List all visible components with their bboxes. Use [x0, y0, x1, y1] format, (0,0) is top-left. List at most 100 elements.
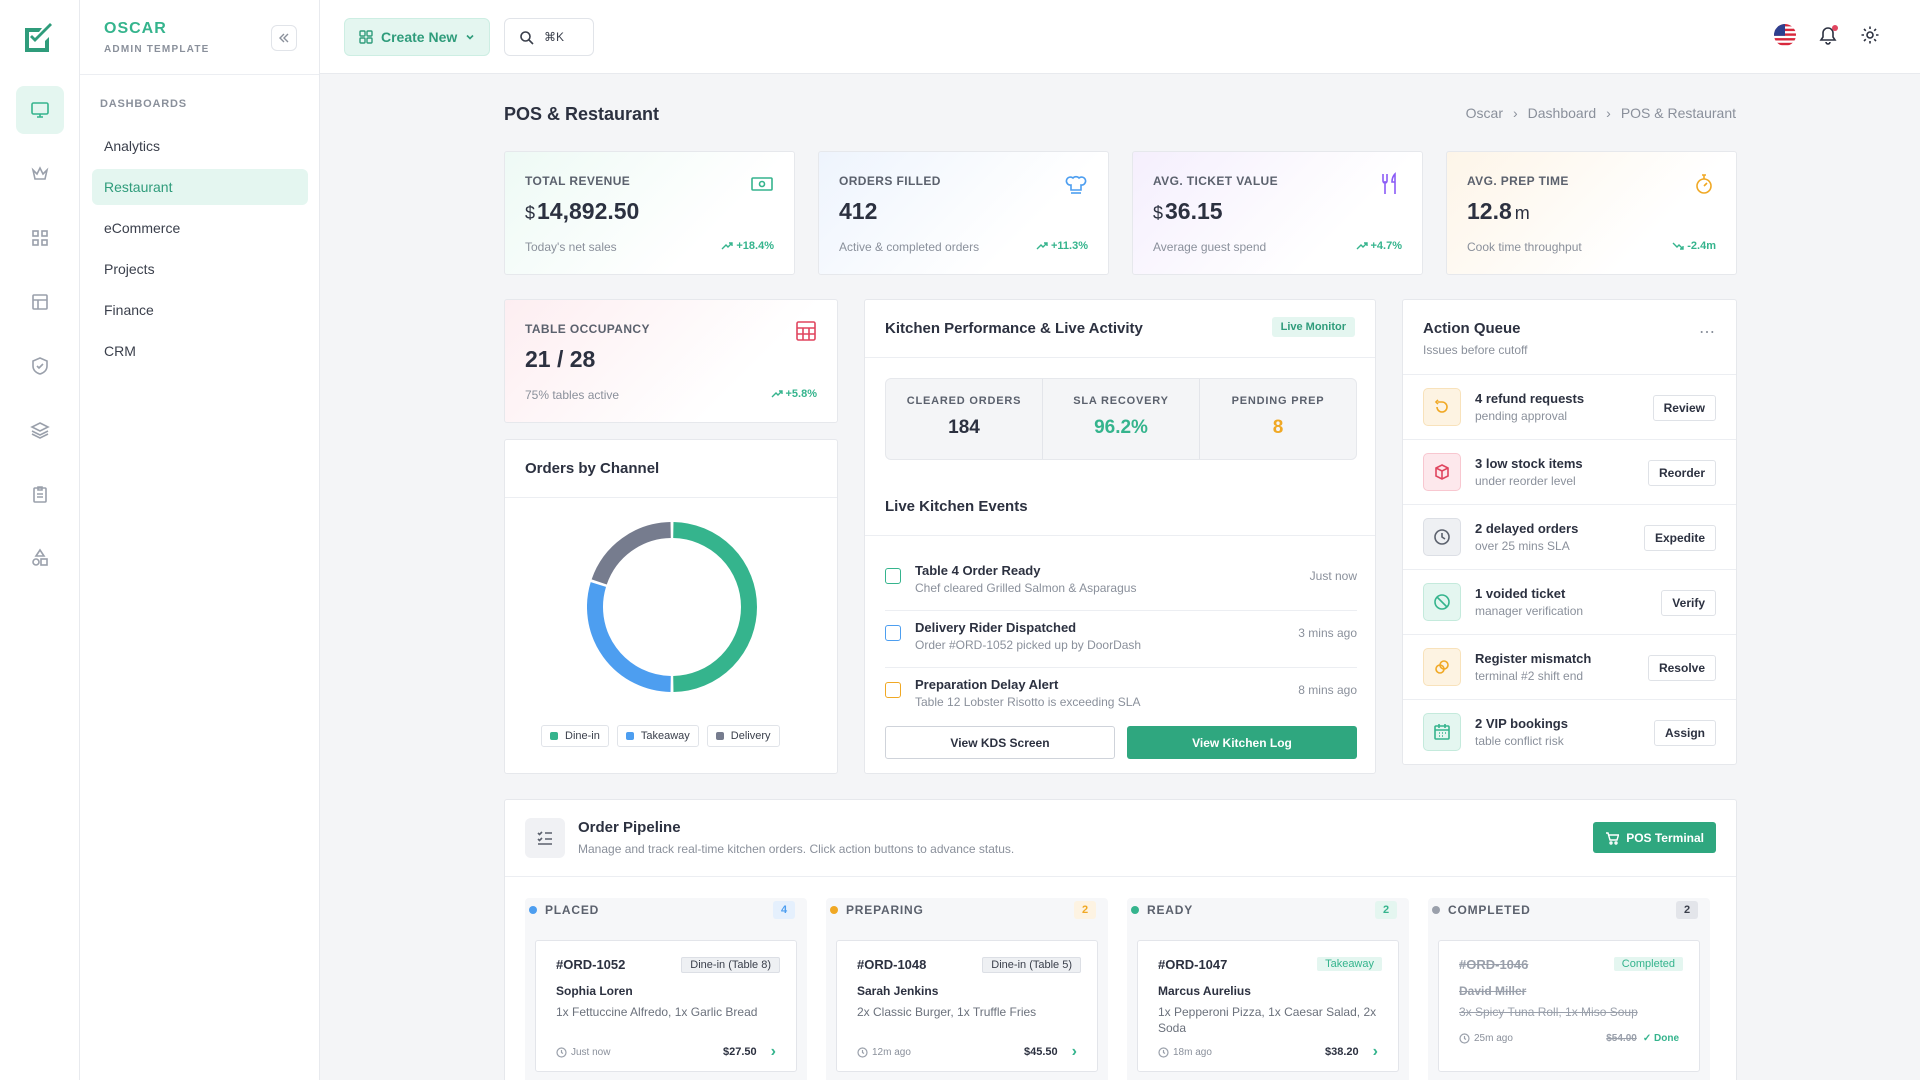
- sidebar-item-analytics[interactable]: Analytics: [92, 128, 308, 164]
- review-button[interactable]: Review: [1652, 395, 1716, 421]
- more-options-icon[interactable]: ⋯: [1699, 322, 1716, 342]
- view-kitchen-log-button[interactable]: View Kitchen Log: [1127, 726, 1357, 759]
- event-checkbox[interactable]: [885, 625, 901, 641]
- stat-label: ORDERS FILLED: [839, 174, 941, 188]
- order-card[interactable]: #ORD-1047 Takeaway Marcus Aurelius 1x Pe…: [1137, 940, 1399, 1072]
- brand-logo-icon[interactable]: [20, 20, 56, 56]
- rail-layers-icon[interactable]: [16, 406, 64, 454]
- stat-trend: -2.4m: [1672, 240, 1716, 252]
- stat-subtitle: Cook time throughput: [1467, 240, 1582, 254]
- order-type-tag: Dine-in (Table 5): [982, 957, 1081, 973]
- action-item: 2 delayed orders over 25 mins SLA Expedi…: [1403, 504, 1736, 569]
- order-age: 18m ago: [1158, 1047, 1212, 1058]
- us-flag-icon[interactable]: [1774, 24, 1796, 46]
- order-pipeline-card: Order Pipeline Manage and track real-tim…: [504, 799, 1737, 1080]
- status-dot: [529, 906, 537, 914]
- sidebar-item-finance[interactable]: Finance: [92, 292, 308, 328]
- rail-shapes-icon[interactable]: [16, 534, 64, 582]
- create-new-button[interactable]: Create New: [344, 18, 491, 56]
- pos-terminal-button[interactable]: POS Terminal: [1593, 822, 1716, 853]
- expedite-button[interactable]: Expedite: [1643, 525, 1716, 551]
- action-item: 2 VIP bookings table conflict risk Assig…: [1403, 699, 1736, 764]
- breadcrumb-oscar[interactable]: Oscar: [1466, 105, 1503, 121]
- legend-item-dine-in[interactable]: Dine-in: [541, 725, 609, 747]
- customer-name: Sarah Jenkins: [857, 984, 939, 998]
- donut-slice-takeaway[interactable]: [587, 582, 672, 692]
- donut-slice-dine-in[interactable]: [673, 522, 757, 692]
- assign-button[interactable]: Assign: [1653, 720, 1716, 746]
- sidebar-item-ecommerce[interactable]: eCommerce: [92, 210, 308, 246]
- chart-legend: Dine-in Takeaway Delivery: [541, 725, 780, 747]
- clock-icon: [1158, 1046, 1169, 1058]
- order-type-tag: Dine-in (Table 8): [681, 957, 780, 973]
- chevron-right-icon[interactable]: ›: [1072, 1043, 1077, 1061]
- clock-icon: [857, 1046, 868, 1058]
- rail-dashboard-icon[interactable]: [16, 86, 64, 134]
- action-queue-card: Action Queue Issues before cutoff ⋯ 4 re…: [1402, 299, 1737, 765]
- order-id: #ORD-1052: [556, 957, 626, 972]
- chevron-right-icon[interactable]: ›: [1373, 1043, 1378, 1061]
- order-card[interactable]: #ORD-1052 Dine-in (Table 8) Sophia Loren…: [535, 940, 797, 1072]
- column-header: PLACED: [529, 898, 803, 922]
- card-divider: [865, 535, 1375, 536]
- action-item: 4 refund requests pending approval Revie…: [1403, 374, 1736, 439]
- legend-item-takeaway[interactable]: Takeaway: [616, 725, 699, 747]
- sidebar-item-restaurant[interactable]: Restaurant: [92, 169, 308, 205]
- rail-layout-icon[interactable]: [16, 278, 64, 326]
- brand-subtitle: ADMIN TEMPLATE: [104, 44, 210, 55]
- sidebar-item-projects[interactable]: Projects: [92, 251, 308, 287]
- resolve-button[interactable]: Resolve: [1647, 655, 1716, 681]
- settings-gear-icon[interactable]: [1860, 25, 1880, 45]
- rail-clipboard-icon[interactable]: [16, 470, 64, 518]
- trend-down-icon: [1672, 242, 1684, 250]
- stat-card-avg-ticket: AVG. TICKET VALUE $36.15 Average guest s…: [1132, 151, 1423, 275]
- kitchen-stat-pending: PENDING PREP 8: [1231, 395, 1325, 438]
- clock-icon: [556, 1046, 567, 1058]
- collapse-sidebar-icon[interactable]: [271, 25, 297, 51]
- order-card[interactable]: #ORD-1048 Dine-in (Table 5) Sarah Jenkin…: [836, 940, 1098, 1072]
- search-button[interactable]: ⌘K: [504, 18, 594, 56]
- events-title: Live Kitchen Events: [885, 498, 1028, 515]
- pipeline-column-preparing: PREPARING 2 #ORD-1048 Dine-in (Table 5) …: [826, 898, 1108, 1080]
- trend-up-icon: [771, 390, 783, 398]
- kitchen-event: Preparation Delay Alert Table 12 Lobster…: [885, 669, 1357, 725]
- action-subtitle: under reorder level: [1475, 474, 1576, 488]
- action-item: 3 low stock items under reorder level Re…: [1403, 439, 1736, 504]
- rail-apps-icon[interactable]: [16, 214, 64, 262]
- action-title: Register mismatch: [1475, 651, 1592, 666]
- rail-shield-icon[interactable]: [16, 342, 64, 390]
- notifications-bell-icon[interactable]: [1818, 25, 1838, 45]
- event-checkbox[interactable]: [885, 568, 901, 584]
- card-title: Action Queue: [1423, 320, 1521, 337]
- stat-value: 21 / 28: [525, 346, 596, 372]
- legend-item-delivery[interactable]: Delivery: [706, 725, 780, 747]
- action-subtitle: over 25 mins SLA: [1475, 539, 1570, 553]
- order-card[interactable]: #ORD-1046 Completed David Miller 3x Spic…: [1438, 940, 1700, 1072]
- event-subtitle: Order #ORD-1052 picked up by DoorDash: [915, 638, 1142, 652]
- chevron-right-icon[interactable]: ›: [771, 1043, 776, 1061]
- donut-slice-delivery[interactable]: [591, 522, 672, 585]
- stat-subtitle: Today's net sales: [525, 240, 617, 254]
- card-divider: [505, 497, 837, 498]
- sidebar-item-crm[interactable]: CRM: [92, 333, 308, 369]
- trend-up-icon: [721, 242, 734, 250]
- event-checkbox[interactable]: [885, 682, 901, 698]
- order-price: $27.50 ›: [723, 1043, 776, 1061]
- action-title: 2 VIP bookings: [1475, 716, 1568, 731]
- action-title: 1 voided ticket: [1475, 586, 1566, 601]
- verify-button[interactable]: Verify: [1661, 590, 1716, 616]
- order-footer: 18m ago $38.20 ›: [1158, 1043, 1378, 1061]
- reorder-button[interactable]: Reorder: [1647, 460, 1716, 486]
- sidebar-section-title: DASHBOARDS: [100, 98, 187, 110]
- kitchen-performance-card: Kitchen Performance & Live Activity Live…: [864, 299, 1376, 774]
- action-title: 3 low stock items: [1475, 456, 1583, 471]
- topbar-actions: [1774, 24, 1880, 46]
- pipeline-column-placed: PLACED 4 #ORD-1052 Dine-in (Table 8) Sop…: [525, 898, 807, 1080]
- view-kds-screen-button[interactable]: View KDS Screen: [885, 726, 1115, 759]
- order-footer: 25m ago $54.00 ✓ Done: [1459, 1033, 1679, 1044]
- column-header: READY: [1131, 898, 1405, 922]
- breadcrumb-dashboard[interactable]: Dashboard: [1528, 105, 1597, 121]
- stat-card-avg-prep-time: AVG. PREP TIME 12.8 m Cook time throughpu…: [1446, 151, 1737, 275]
- rail-crown-icon[interactable]: [16, 150, 64, 198]
- event-time: 8 mins ago: [1298, 683, 1357, 697]
